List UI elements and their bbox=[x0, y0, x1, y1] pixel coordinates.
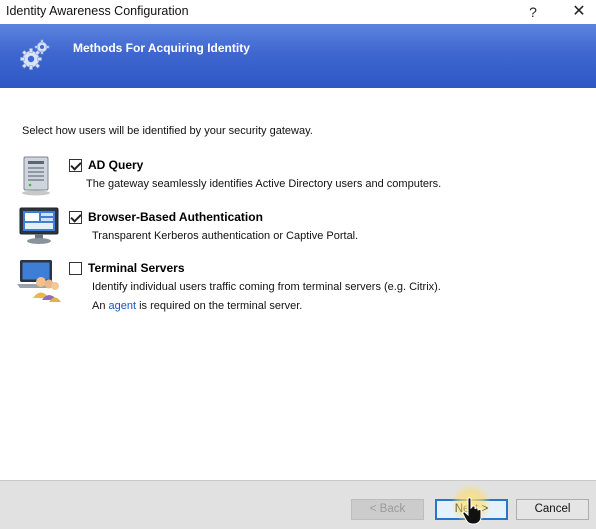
terminal-servers-note: An agent is required on the terminal ser… bbox=[92, 300, 302, 312]
content-area: Select how users will be identified by y… bbox=[0, 88, 596, 480]
header-banner: Methods For Acquiring Identity bbox=[0, 24, 596, 88]
ad-query-checkbox[interactable] bbox=[69, 159, 82, 172]
browser-auth-checkbox[interactable] bbox=[69, 211, 82, 224]
note-suffix: is required on the terminal server. bbox=[136, 300, 303, 312]
option-browser-based-auth: Browser-Based Authentication Transparent… bbox=[0, 202, 596, 252]
agent-link[interactable]: agent bbox=[109, 300, 137, 312]
browser-auth-title[interactable]: Browser-Based Authentication bbox=[88, 210, 263, 224]
hand-cursor-icon bbox=[462, 497, 482, 525]
ad-query-title[interactable]: AD Query bbox=[88, 158, 143, 172]
close-button[interactable]: ✕ bbox=[566, 1, 592, 23]
intro-text: Select how users will be identified by y… bbox=[22, 125, 313, 137]
option-ad-query: AD Query The gateway seamlessly identifi… bbox=[0, 150, 596, 200]
back-button[interactable]: < Back bbox=[351, 499, 424, 520]
help-button[interactable]: ? bbox=[520, 1, 546, 23]
server-icon bbox=[22, 156, 50, 196]
banner-heading: Methods For Acquiring Identity bbox=[73, 41, 250, 55]
ad-query-description: The gateway seamlessly identifies Active… bbox=[86, 178, 442, 190]
laptop-users-icon bbox=[17, 260, 61, 302]
browser-auth-description: Transparent Kerberos authentication or C… bbox=[92, 230, 359, 242]
gears-icon bbox=[20, 39, 50, 70]
terminal-servers-description: Identify individual users traffic coming… bbox=[92, 281, 441, 293]
window-title: Identity Awareness Configuration bbox=[6, 4, 189, 18]
cancel-button[interactable]: Cancel bbox=[516, 499, 589, 520]
note-prefix: An bbox=[92, 300, 109, 312]
terminal-servers-title[interactable]: Terminal Servers bbox=[88, 261, 185, 275]
monitor-icon bbox=[19, 207, 59, 244]
button-bar: < Back Next > Cancel bbox=[0, 480, 596, 529]
terminal-servers-checkbox[interactable] bbox=[69, 262, 82, 275]
option-terminal-servers: Terminal Servers Identify individual use… bbox=[0, 253, 596, 323]
title-bar: Identity Awareness Configuration ? ✕ bbox=[0, 0, 596, 24]
